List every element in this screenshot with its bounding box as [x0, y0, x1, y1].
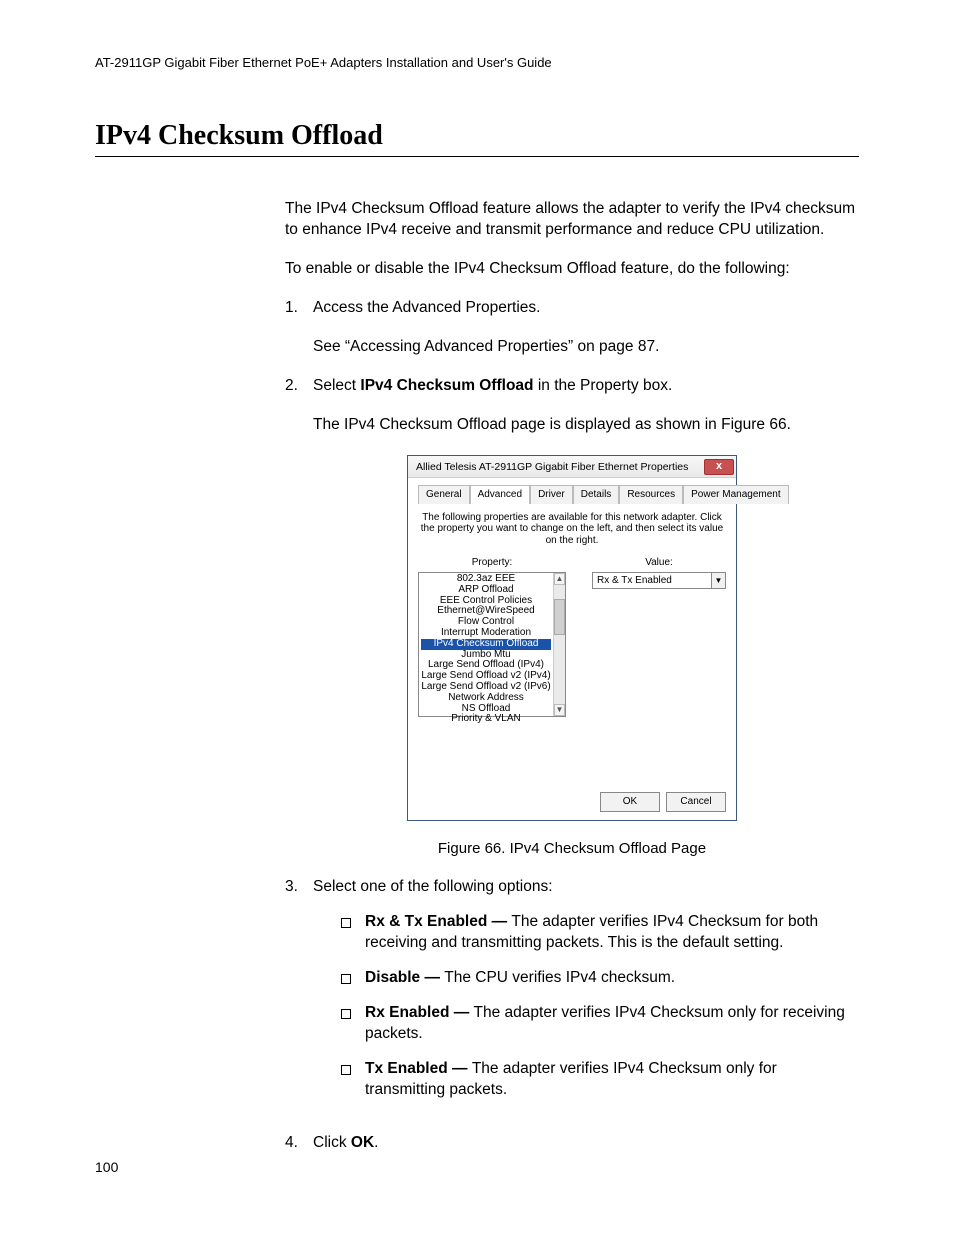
step-text: Select one of the following options:: [313, 878, 553, 895]
step-subtext: The IPv4 Checksum Offload page is displa…: [313, 415, 859, 436]
figure-caption: Figure 66. IPv4 Checksum Offload Page: [285, 839, 859, 859]
content-body: The IPv4 Checksum Offload feature allows…: [285, 199, 859, 1154]
scroll-up-icon[interactable]: ▲: [554, 573, 565, 585]
chevron-down-icon[interactable]: ▼: [711, 573, 725, 588]
option-text: The CPU verifies IPv4 checksum.: [444, 969, 675, 986]
ok-button[interactable]: OK: [600, 792, 660, 812]
step-4: 4. Click OK.: [285, 1133, 859, 1154]
tab-advanced[interactable]: Advanced: [470, 485, 530, 504]
step-number: 4.: [285, 1133, 313, 1154]
tab-power-management[interactable]: Power Management: [683, 485, 789, 504]
tab-bar: General Advanced Driver Details Resource…: [418, 484, 726, 504]
tab-resources[interactable]: Resources: [619, 485, 683, 504]
step-number: 1.: [285, 298, 313, 358]
bullet-icon: [341, 968, 365, 989]
step-2: 2. Select IPv4 Checksum Offload in the P…: [285, 376, 859, 436]
intro-paragraph: The IPv4 Checksum Offload feature allows…: [285, 199, 859, 241]
step-text-pre: Select: [313, 377, 360, 394]
step-text: Access the Advanced Properties.: [313, 299, 540, 316]
property-label: Property:: [418, 556, 566, 570]
bullet-icon: [341, 1003, 365, 1045]
option-disable: Disable — The CPU verifies IPv4 checksum…: [341, 968, 859, 989]
step-number: 3.: [285, 877, 313, 1114]
lead-paragraph: To enable or disable the IPv4 Checksum O…: [285, 259, 859, 280]
property-item[interactable]: Priority & VLAN: [421, 714, 551, 725]
page-number: 100: [95, 1159, 118, 1175]
property-item[interactable]: Network Address: [421, 693, 551, 704]
option-rx-enabled: Rx Enabled — The adapter verifies IPv4 C…: [341, 1003, 859, 1045]
figure-66: Allied Telesis AT-2911GP Gigabit Fiber E…: [285, 455, 859, 821]
step-text-post: .: [374, 1134, 378, 1151]
section-title: IPv4 Checksum Offload: [95, 120, 859, 157]
tab-general[interactable]: General: [418, 485, 470, 504]
properties-dialog: Allied Telesis AT-2911GP Gigabit Fiber E…: [407, 455, 737, 821]
value-selected: Rx & Tx Enabled: [597, 574, 672, 588]
page-header: AT-2911GP Gigabit Fiber Ethernet PoE+ Ad…: [95, 55, 859, 70]
step-3: 3. Select one of the following options: …: [285, 877, 859, 1114]
step-subtext: See “Accessing Advanced Properties” on p…: [313, 337, 859, 358]
value-dropdown[interactable]: Rx & Tx Enabled ▼: [592, 572, 726, 589]
property-listbox[interactable]: 802.3az EEE ARP Offload EEE Control Poli…: [418, 572, 566, 717]
option-bold: Disable —: [365, 969, 444, 986]
dialog-title: Allied Telesis AT-2911GP Gigabit Fiber E…: [416, 460, 688, 474]
tab-driver[interactable]: Driver: [530, 485, 573, 504]
step-text-pre: Click: [313, 1134, 351, 1151]
step-list: 1. Access the Advanced Properties. See “…: [285, 298, 859, 436]
step-text-bold: IPv4 Checksum Offload: [360, 377, 533, 394]
step-number: 2.: [285, 376, 313, 436]
cancel-button[interactable]: Cancel: [666, 792, 726, 812]
option-tx-enabled: Tx Enabled — The adapter verifies IPv4 C…: [341, 1059, 859, 1101]
tab-details[interactable]: Details: [573, 485, 620, 504]
scrollbar[interactable]: ▲ ▼: [553, 573, 565, 716]
option-bold: Rx & Tx Enabled —: [365, 913, 511, 930]
step-text-post: in the Property box.: [534, 377, 673, 394]
step-text-bold: OK: [351, 1134, 374, 1151]
dialog-titlebar: Allied Telesis AT-2911GP Gigabit Fiber E…: [408, 456, 736, 478]
close-button[interactable]: x: [704, 459, 734, 475]
dialog-description: The following properties are available f…: [418, 512, 726, 547]
option-bold: Tx Enabled —: [365, 1060, 472, 1077]
option-bold: Rx Enabled —: [365, 1004, 474, 1021]
step-list-cont: 3. Select one of the following options: …: [285, 877, 859, 1153]
option-rx-tx-enabled: Rx & Tx Enabled — The adapter verifies I…: [341, 912, 859, 954]
scroll-down-icon[interactable]: ▼: [554, 704, 565, 716]
bullet-icon: [341, 1059, 365, 1101]
value-label: Value:: [592, 556, 726, 570]
bullet-icon: [341, 912, 365, 954]
property-item[interactable]: ARP Offload: [421, 585, 551, 596]
scroll-thumb[interactable]: [554, 599, 565, 635]
property-item-selected[interactable]: IPv4 Checksum Offload: [421, 639, 551, 650]
step-1: 1. Access the Advanced Properties. See “…: [285, 298, 859, 358]
